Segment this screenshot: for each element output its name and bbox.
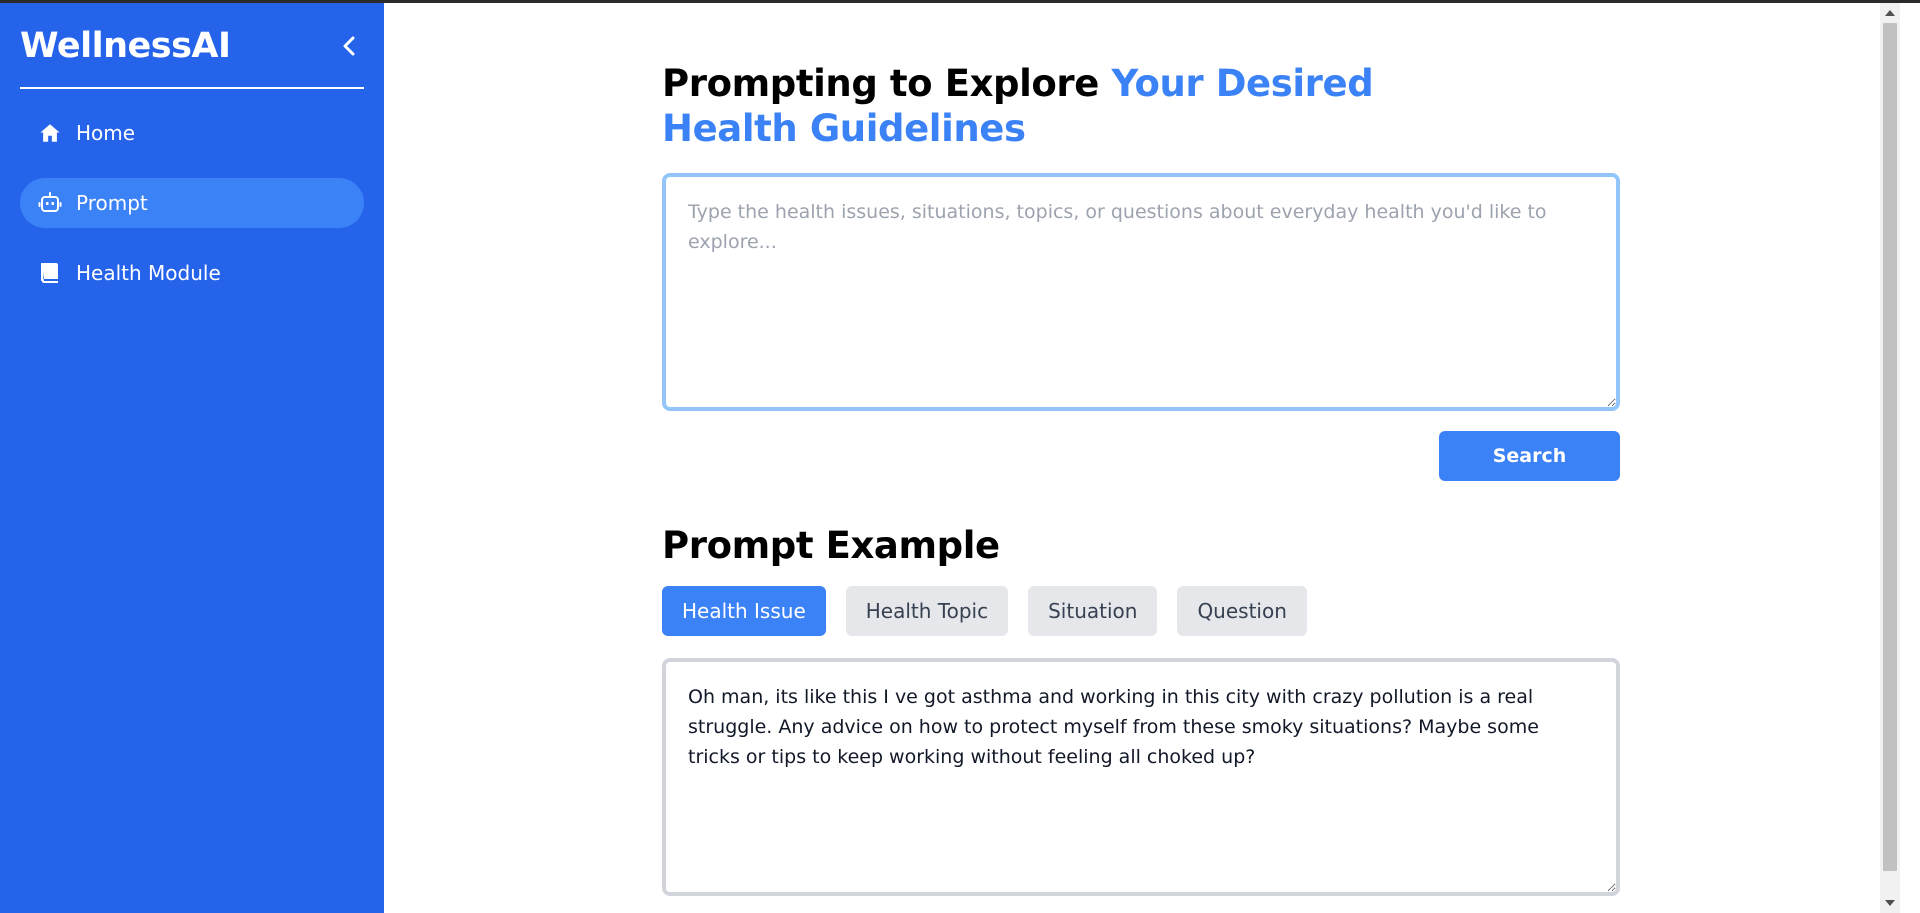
prompt-example-heading: Prompt Example bbox=[662, 524, 1000, 567]
sidebar: WellnessAI Home Prompt Health Module bbox=[0, 3, 384, 913]
sidebar-header: WellnessAI bbox=[20, 21, 364, 71]
tab-situation[interactable]: Situation bbox=[1028, 586, 1158, 636]
page-title-main: Prompting to Explore bbox=[662, 62, 1112, 105]
sidebar-nav: Home Prompt Health Module bbox=[20, 108, 364, 318]
vertical-scrollbar[interactable] bbox=[1880, 3, 1900, 913]
sidebar-divider bbox=[20, 87, 364, 89]
scrollbar-thumb[interactable] bbox=[1883, 23, 1897, 871]
search-button[interactable]: Search bbox=[1439, 431, 1620, 481]
sidebar-item-label: Home bbox=[76, 121, 136, 145]
book-icon bbox=[38, 261, 62, 285]
scroll-up-arrow-icon[interactable] bbox=[1880, 3, 1900, 23]
chevron-left-icon bbox=[343, 36, 355, 56]
example-text-area[interactable]: Oh man, its like this I ve got asthma an… bbox=[662, 658, 1620, 896]
tab-health-issue[interactable]: Health Issue bbox=[662, 586, 826, 636]
search-row: Search bbox=[662, 431, 1620, 481]
sidebar-item-prompt[interactable]: Prompt bbox=[20, 178, 364, 228]
brand-logo[interactable]: WellnessAI bbox=[20, 26, 231, 66]
page-title: Prompting to Explore Your Desired Health… bbox=[662, 61, 1462, 151]
robot-icon bbox=[38, 191, 62, 215]
main-content: Prompting to Explore Your Desired Health… bbox=[384, 3, 1900, 913]
window-top-border bbox=[0, 0, 1920, 3]
tab-question[interactable]: Question bbox=[1177, 586, 1307, 636]
collapse-sidebar-button[interactable] bbox=[334, 31, 364, 61]
sidebar-item-label: Health Module bbox=[76, 261, 221, 285]
content-column: Prompting to Explore Your Desired Health… bbox=[662, 61, 1620, 896]
prompt-input[interactable] bbox=[662, 173, 1620, 411]
app: WellnessAI Home Prompt Health Module Pro… bbox=[0, 3, 1920, 913]
sidebar-item-health-module[interactable]: Health Module bbox=[20, 248, 364, 298]
scroll-down-arrow-icon[interactable] bbox=[1880, 893, 1900, 913]
sidebar-item-label: Prompt bbox=[76, 191, 148, 215]
home-icon bbox=[38, 121, 62, 145]
sidebar-item-home[interactable]: Home bbox=[20, 108, 364, 158]
example-tabs: Health Issue Health Topic Situation Ques… bbox=[662, 586, 1620, 636]
tab-health-topic[interactable]: Health Topic bbox=[845, 586, 1009, 636]
